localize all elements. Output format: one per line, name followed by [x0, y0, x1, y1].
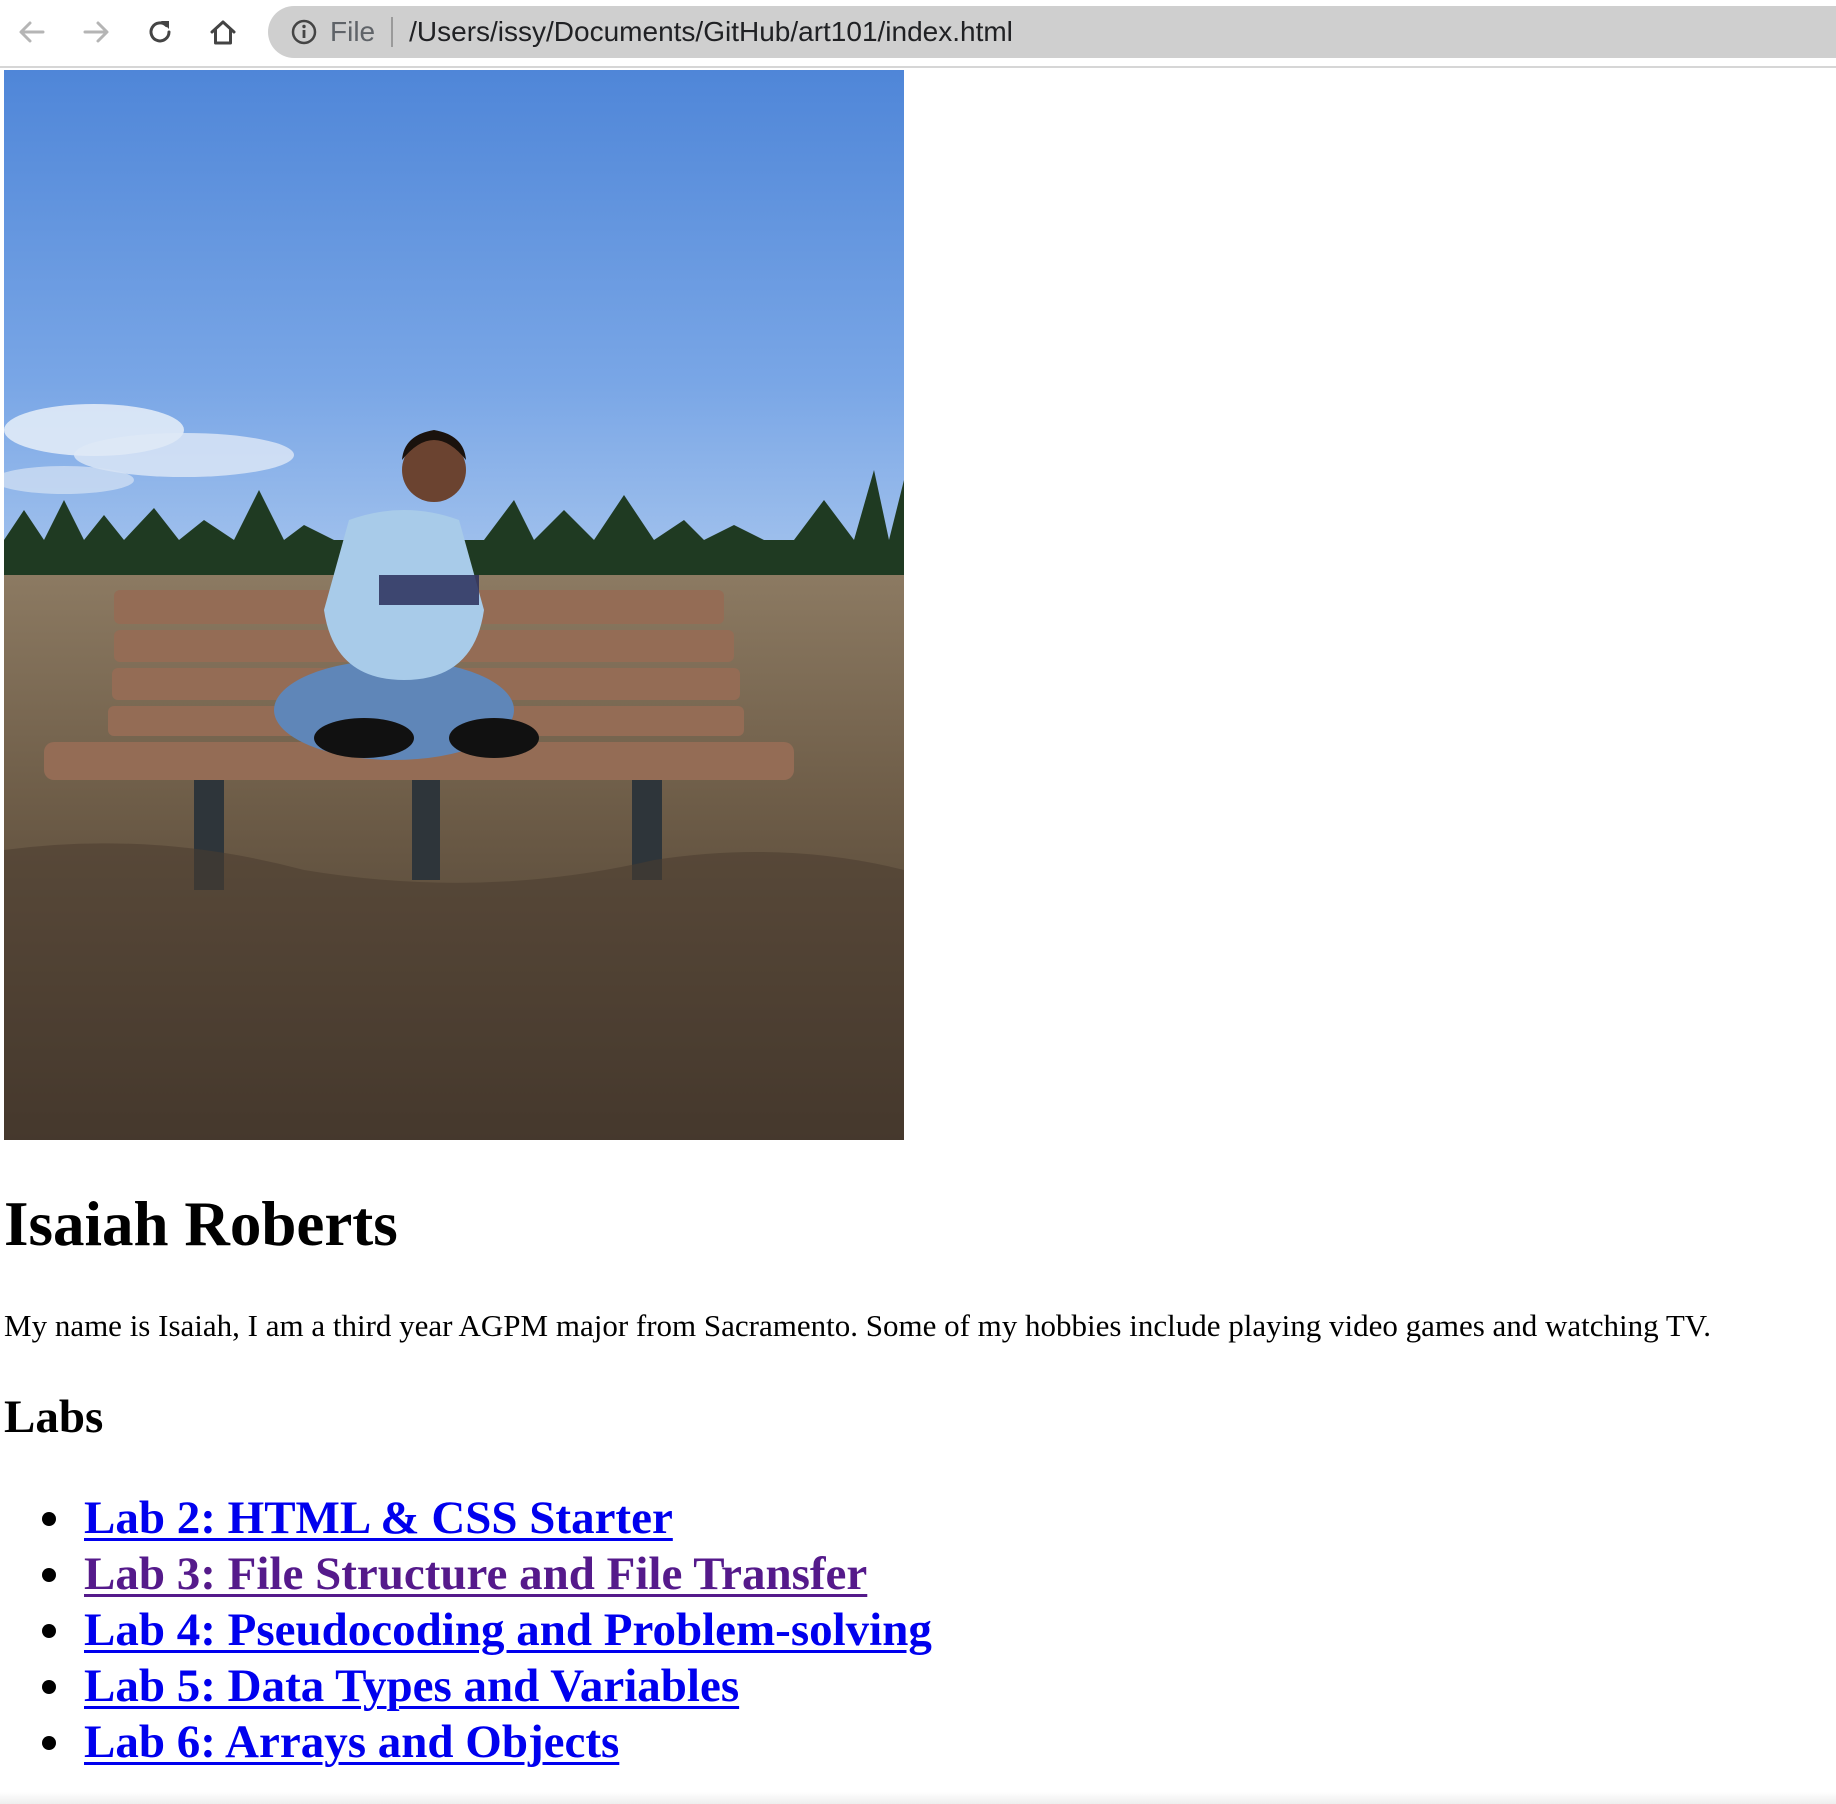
page-title: Isaiah Roberts [4, 1189, 398, 1259]
arrow-left-icon [19, 21, 45, 43]
url-scheme-label: File [330, 16, 376, 47]
labs-heading: Labs [4, 1391, 104, 1443]
url-text[interactable]: /Users/issy/Documents/GitHub/art101/inde… [409, 16, 1013, 48]
list-item: Lab 4: Pseudocoding and Problem-solving [4, 1602, 932, 1658]
bullet-icon [42, 1568, 56, 1582]
address-bar[interactable]: File /Users/issy/Documents/GitHub/art101… [268, 6, 1836, 58]
info-circle-icon[interactable] [290, 18, 318, 46]
lab-2-link[interactable]: Lab 2: HTML & CSS Starter [84, 1492, 673, 1544]
arrow-right-icon [83, 21, 109, 43]
labs-list: Lab 2: HTML & CSS Starter Lab 3: File St… [4, 1490, 932, 1770]
bullet-icon [42, 1736, 56, 1750]
address-separator [391, 17, 394, 47]
lab-5-link[interactable]: Lab 5: Data Types and Variables [84, 1660, 739, 1712]
bullet-icon [42, 1680, 56, 1694]
browser-toolbar: File /Users/issy/Documents/GitHub/art101… [0, 0, 1836, 68]
lab-3-link[interactable]: Lab 3: File Structure and File Transfer [84, 1548, 867, 1600]
list-item: Lab 3: File Structure and File Transfer [4, 1546, 932, 1602]
forward-button[interactable] [76, 12, 116, 52]
reload-button[interactable] [140, 12, 180, 52]
bio-paragraph: My name is Isaiah, I am a third year AGP… [4, 1308, 1711, 1343]
bullet-icon [42, 1512, 56, 1526]
back-button[interactable] [12, 12, 52, 52]
reload-icon [149, 21, 171, 43]
list-item: Lab 2: HTML & CSS Starter [4, 1490, 932, 1546]
list-item: Lab 5: Data Types and Variables [4, 1658, 932, 1714]
bullet-icon [42, 1624, 56, 1638]
page-content: Isaiah Roberts My name is Isaiah, I am a… [0, 68, 1836, 1804]
lab-6-link[interactable]: Lab 6: Arrays and Objects [84, 1716, 619, 1768]
page-bottom-edge [0, 1792, 1836, 1804]
lab-4-link[interactable]: Lab 4: Pseudocoding and Problem-solving [84, 1604, 932, 1656]
home-button[interactable] [203, 12, 243, 52]
list-item: Lab 6: Arrays and Objects [4, 1714, 932, 1770]
profile-photo [4, 70, 904, 1140]
home-icon [210, 20, 236, 45]
